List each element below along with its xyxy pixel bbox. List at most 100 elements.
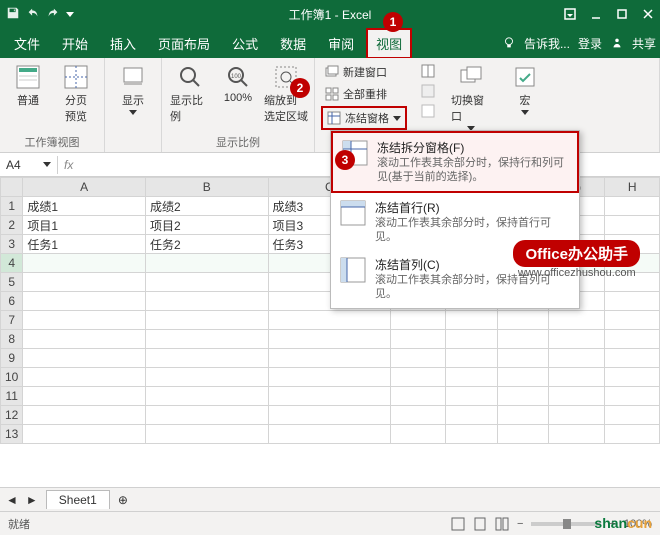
- normal-view-button[interactable]: 普通: [6, 62, 50, 110]
- split-button[interactable]: [417, 62, 439, 80]
- cell[interactable]: [23, 292, 146, 311]
- cell[interactable]: [268, 349, 391, 368]
- row-header[interactable]: 13: [1, 425, 23, 444]
- tab-formulas[interactable]: 公式: [222, 28, 268, 59]
- row-header[interactable]: 1: [1, 197, 23, 216]
- cell[interactable]: [548, 387, 605, 406]
- tell-me-label[interactable]: 告诉我...: [524, 35, 570, 52]
- tab-file[interactable]: 文件: [4, 28, 50, 59]
- zoom-button[interactable]: 显示比例: [168, 62, 212, 126]
- cell[interactable]: 成绩2: [145, 197, 268, 216]
- cell[interactable]: [498, 425, 548, 444]
- cell[interactable]: [145, 273, 268, 292]
- zoom-100-button[interactable]: 100 100%: [216, 62, 260, 106]
- cell[interactable]: [391, 406, 446, 425]
- cell[interactable]: [145, 330, 268, 349]
- cell[interactable]: [445, 425, 498, 444]
- cell[interactable]: [23, 330, 146, 349]
- column-header[interactable]: H: [605, 178, 660, 197]
- cell[interactable]: [145, 368, 268, 387]
- close-icon[interactable]: [642, 8, 654, 20]
- select-all-corner[interactable]: [1, 178, 23, 197]
- minimize-icon[interactable]: [590, 8, 602, 20]
- view-page-icon[interactable]: [473, 517, 487, 531]
- name-box[interactable]: A4: [0, 156, 58, 174]
- cell[interactable]: [145, 425, 268, 444]
- cell[interactable]: [548, 368, 605, 387]
- cell[interactable]: [268, 406, 391, 425]
- cell[interactable]: [268, 368, 391, 387]
- view-break-icon[interactable]: [495, 517, 509, 531]
- login-label[interactable]: 登录: [578, 35, 602, 52]
- redo-icon[interactable]: [46, 6, 60, 23]
- cell[interactable]: [23, 349, 146, 368]
- zoom-slider[interactable]: [531, 522, 601, 526]
- tab-review[interactable]: 审阅: [318, 28, 364, 59]
- cell[interactable]: [23, 387, 146, 406]
- maximize-icon[interactable]: [616, 8, 628, 20]
- tab-data[interactable]: 数据: [270, 28, 316, 59]
- zoom-out-icon[interactable]: −: [517, 518, 523, 530]
- cell[interactable]: [498, 330, 548, 349]
- cell[interactable]: [145, 292, 268, 311]
- cell[interactable]: [498, 406, 548, 425]
- cell[interactable]: [145, 387, 268, 406]
- fx-icon[interactable]: fx: [64, 158, 73, 172]
- cell[interactable]: [445, 368, 498, 387]
- cell[interactable]: [605, 216, 660, 235]
- cell[interactable]: [445, 406, 498, 425]
- cell[interactable]: [605, 425, 660, 444]
- sheet-nav-prev-icon[interactable]: ◄: [6, 493, 18, 507]
- row-header[interactable]: 9: [1, 349, 23, 368]
- row-header[interactable]: 6: [1, 292, 23, 311]
- cell[interactable]: [23, 273, 146, 292]
- arrange-all-button[interactable]: 全部重排: [321, 84, 407, 104]
- share-label[interactable]: 共享: [632, 35, 656, 52]
- cell[interactable]: 任务1: [23, 235, 146, 254]
- cell[interactable]: [391, 387, 446, 406]
- ribbon-options-icon[interactable]: [564, 8, 576, 20]
- cell[interactable]: 任务2: [145, 235, 268, 254]
- cell[interactable]: 成绩1: [23, 197, 146, 216]
- cell[interactable]: [268, 311, 391, 330]
- cell[interactable]: [548, 330, 605, 349]
- save-icon[interactable]: [6, 6, 20, 23]
- cell[interactable]: [445, 387, 498, 406]
- view-normal-icon[interactable]: [451, 517, 465, 531]
- cell[interactable]: [605, 349, 660, 368]
- cell[interactable]: [498, 368, 548, 387]
- cell[interactable]: [605, 368, 660, 387]
- page-break-button[interactable]: 分页 预览: [54, 62, 98, 126]
- unhide-button[interactable]: [417, 102, 439, 120]
- cell[interactable]: [548, 311, 605, 330]
- cell[interactable]: [268, 330, 391, 349]
- tab-insert[interactable]: 插入: [100, 28, 146, 59]
- add-sheet-icon[interactable]: ⊕: [118, 493, 128, 507]
- cell[interactable]: [145, 406, 268, 425]
- cell[interactable]: [391, 349, 446, 368]
- cell[interactable]: [23, 406, 146, 425]
- freeze-panes-button[interactable]: 冻结窗格: [321, 106, 407, 130]
- cell[interactable]: [268, 425, 391, 444]
- row-header[interactable]: 12: [1, 406, 23, 425]
- cell[interactable]: [498, 311, 548, 330]
- cell[interactable]: [605, 311, 660, 330]
- cell[interactable]: [23, 311, 146, 330]
- cell[interactable]: [548, 349, 605, 368]
- cell[interactable]: [605, 197, 660, 216]
- tab-page-layout[interactable]: 页面布局: [148, 28, 220, 59]
- macros-button[interactable]: 宏: [503, 62, 547, 117]
- row-header[interactable]: 7: [1, 311, 23, 330]
- row-header[interactable]: 3: [1, 235, 23, 254]
- cell[interactable]: [145, 349, 268, 368]
- row-header[interactable]: 5: [1, 273, 23, 292]
- cell[interactable]: [548, 406, 605, 425]
- tab-view[interactable]: 视图: [366, 28, 412, 59]
- sheet-tab[interactable]: Sheet1: [46, 490, 110, 509]
- cell[interactable]: 项目2: [145, 216, 268, 235]
- cell[interactable]: [391, 311, 446, 330]
- cell[interactable]: [445, 349, 498, 368]
- tab-home[interactable]: 开始: [52, 28, 98, 59]
- row-header[interactable]: 2: [1, 216, 23, 235]
- hide-button[interactable]: [417, 82, 439, 100]
